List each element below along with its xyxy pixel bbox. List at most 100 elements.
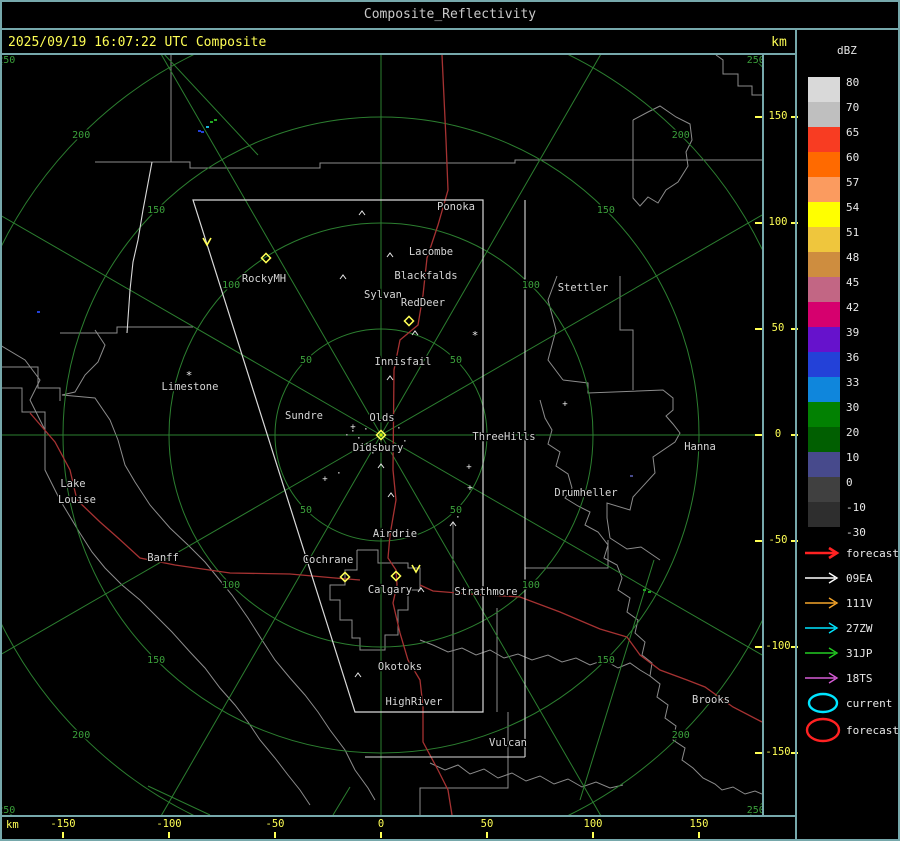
reflectivity-echo [210,121,213,123]
right-axis-tick-label: 100 [768,216,788,228]
colorbar-value--30: -30 [846,526,866,539]
bottom-axis-tick-mark [592,832,594,838]
city-label-innisfail: Innisfail [375,356,432,368]
radar-map: 50 50 50 50 100 100 100 100 150 150 150 150 200 200 20… [0,55,762,815]
reflectivity-echo [37,311,40,313]
reflectivity-echo [214,119,217,121]
track-arrow-icon [805,597,839,609]
colorbar-swatch-42 [808,302,840,327]
track-legend-label: forecast [846,724,899,737]
reflectivity-echo [198,130,201,132]
colorbar-value-70: 70 [846,101,860,114]
track-legend-label: forecast [846,547,899,560]
ring-label-100: 100 [522,280,540,291]
colorbar-value--10: -10 [846,501,866,514]
colorbar-value-33: 33 [846,376,860,389]
colorbar-swatch-65 [808,127,840,152]
colorbar-swatch-54 [808,202,840,227]
radar-app-window: Composite_Reflectivity 2025/09/19 16:07:… [0,0,900,841]
bottom-axis-tick-label: -50 [265,818,285,830]
town-asterisk-marker: * [472,329,479,342]
town-plus-marker: + [322,475,328,485]
bottom-axis-tick-mark [698,832,700,838]
colorbar-value-39: 39 [846,326,860,339]
track-ellipse-icon [807,692,839,714]
track-arrow-icon [805,647,839,659]
map-right-border [762,55,764,817]
window-title: Composite_Reflectivity [363,7,537,22]
city-label-threehills: ThreeHills [472,431,535,443]
colorbar-value-10: 10 [846,451,860,464]
city-label-reddeer: RedDeer [401,297,445,309]
colorbar-swatch-30 [808,402,840,427]
city-label-airdrie: Airdrie [373,528,417,540]
colorbar-swatch-57 [808,177,840,202]
city-label-banff: Banff [147,552,179,564]
city-label-lacombe: Lacombe [409,246,453,258]
track-arrow-icon [805,572,839,584]
track-arrow-icon [805,672,839,684]
bottom-axis: km -150 -100 -50 0 50 100 150 [0,815,795,839]
clutter-speck [457,516,459,518]
bottom-axis-tick-label: 0 [377,818,385,830]
bottom-axis-tick-mark [486,832,488,838]
dbz-title: dBZ [837,44,857,57]
right-axis-tick-label: -50 [768,534,788,546]
track-arrow-icon [805,622,839,634]
colorbar-value-0: 0 [846,476,853,489]
town-plus-marker: + [350,423,356,433]
panel-divider [795,30,797,841]
clutter-speck [358,437,360,439]
bottom-axis-tick-label: -100 [156,818,182,830]
ring-label-100: 100 [222,580,240,591]
right-axis-unit-label: km [771,35,787,50]
city-label-ponoka: Ponoka [437,201,475,213]
city-label-cochrane: Cochrane [303,554,354,566]
colorbar-value-54: 54 [846,201,860,214]
ring-label-50: 50 [300,505,312,516]
city-label-calgary: Calgary [368,584,412,596]
colorbar-swatch-33 [808,377,840,402]
city-label-didsbury: Didsbury [353,442,404,454]
ring-label-200: 200 [72,730,90,741]
bottom-axis-tick-label: 150 [689,818,709,830]
track-ellipse-icon [805,717,841,743]
colorbar-swatch-10 [808,452,840,477]
bottom-axis-tick-mark [168,832,170,838]
town-plus-marker: + [562,400,568,410]
colorbar-swatch-80 [808,77,840,102]
ring-label-200: 200 [72,130,90,141]
city-label-okotoks: Okotoks [378,661,422,673]
bottom-axis-unit-label: km [6,819,19,831]
city-label-strathmore: Strathmore [454,586,517,598]
colorbar-value-20: 20 [846,426,860,439]
colorbar-swatch-45 [808,277,840,302]
right-axis-tick-label: 50 [771,322,785,334]
colorbar-swatch-39 [808,327,840,352]
right-axis-tick-label: -100 [765,640,791,652]
ring-label-100: 100 [222,280,240,291]
track-legend-label: 18TS [846,672,873,685]
ring-label-100: 100 [522,580,540,591]
colorbar-value-65: 65 [846,126,860,139]
colorbar-swatch--10 [808,502,840,527]
track-legend-label: 31JP [846,647,873,660]
bottom-axis-tick-mark [380,832,382,838]
track-legend-label: current [846,697,893,710]
colorbar-value-45: 45 [846,276,860,289]
ring-label-150: 150 [597,655,615,666]
right-axis-tick-label: 150 [768,110,788,122]
clutter-speck [338,472,340,474]
ring-label-250: 250 [0,55,15,66]
border-left [0,0,2,841]
colorbar-value-30: 30 [846,401,860,414]
city-label-rockymh: RockyMH [242,273,286,285]
city-label-louise: Louise [58,494,96,506]
colorbar-swatch-36 [808,352,840,377]
track-arrow-icon [805,546,840,560]
clutter-speck [365,428,367,430]
ring-label-150: 150 [147,655,165,666]
ring-label-200: 200 [672,130,690,141]
city-label-blackfalds: Blackfalds [394,270,457,282]
clutter-speck [404,440,406,442]
